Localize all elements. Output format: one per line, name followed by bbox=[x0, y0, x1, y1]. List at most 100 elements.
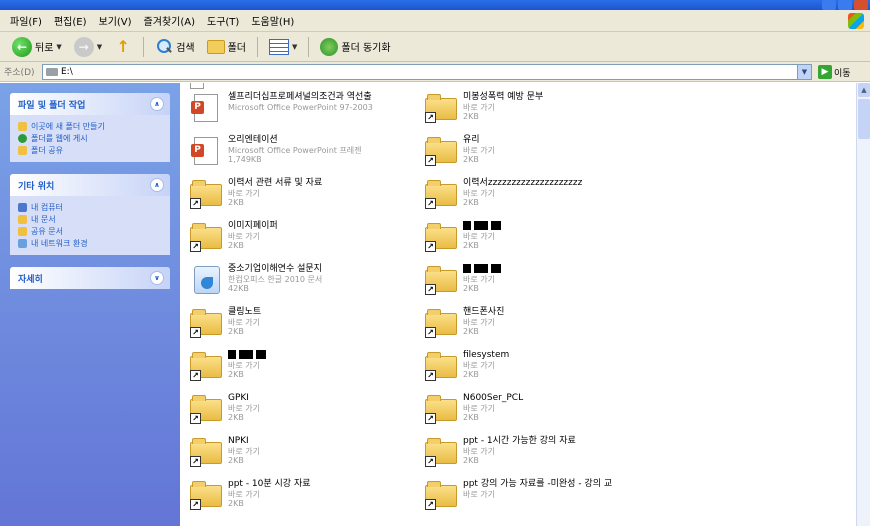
folder-shortcut-icon: ↗ bbox=[425, 178, 457, 210]
menu-help[interactable]: 도움말(H) bbox=[245, 13, 300, 28]
place-shared-documents[interactable]: 공유 문서 bbox=[18, 225, 162, 237]
file-type: 바로 가기 bbox=[463, 189, 495, 198]
file-item[interactable]: ↗ 이력서zzzzzzzzzzzzzzzzzzzz 바로 가기 2KB bbox=[425, 178, 582, 218]
redacted-mark bbox=[463, 264, 471, 273]
file-size: 2KB bbox=[463, 284, 479, 293]
folder-shortcut-icon: ↗ bbox=[425, 479, 457, 511]
go-button[interactable]: ▶ 이동 bbox=[818, 65, 851, 79]
file-name: ppt - 10분 시강 자료 bbox=[228, 479, 311, 489]
file-item[interactable]: 셀프리더십프로페셔널의조건과 역선출Microsoft Office Power… bbox=[190, 92, 373, 132]
shortcut-arrow-icon: ↗ bbox=[425, 413, 436, 424]
place-my-computer[interactable]: 내 컴퓨터 bbox=[18, 201, 162, 213]
file-item[interactable]: ↗ 이미지폐이퍼 바로 가기 2KB bbox=[190, 221, 278, 261]
file-item[interactable]: ↗ 바로 가기 2KB bbox=[425, 221, 504, 261]
file-item[interactable]: ↗ 바로 가기 2KB bbox=[425, 264, 504, 304]
menu-favorites[interactable]: 즐겨찾기(A) bbox=[138, 13, 201, 28]
file-item[interactable]: ↗ ppt 강의 가능 자료를 -미완성 - 강의 교 바로 가기 bbox=[425, 479, 612, 519]
task-publish-web[interactable]: 폴더를 웹에 게시 bbox=[18, 132, 162, 144]
file-type: 바로 가기 bbox=[463, 490, 495, 499]
file-size: 2KB bbox=[228, 198, 244, 207]
forward-button[interactable]: → ▼ bbox=[70, 35, 106, 59]
file-item[interactable]: ↗ GPKI 바로 가기 2KB bbox=[190, 393, 260, 433]
forward-dropdown-icon[interactable]: ▼ bbox=[97, 43, 102, 51]
folder-shortcut-icon: ↗ bbox=[190, 479, 222, 511]
back-button[interactable]: ← 뒤로 ▼ bbox=[8, 35, 66, 59]
back-dropdown-icon[interactable]: ▼ bbox=[56, 43, 61, 51]
redacted-mark bbox=[491, 264, 501, 273]
folder-shortcut-icon: ↗ bbox=[190, 307, 222, 339]
menu-edit[interactable]: 편집(E) bbox=[48, 13, 93, 28]
search-icon bbox=[155, 38, 173, 56]
scroll-thumb[interactable] bbox=[858, 99, 870, 139]
place-my-documents[interactable]: 내 문서 bbox=[18, 213, 162, 225]
file-item[interactable]: ↗ 바로 가기 2KB bbox=[190, 350, 269, 390]
search-button[interactable]: 검색 bbox=[151, 35, 198, 59]
menu-view[interactable]: 보기(V) bbox=[93, 13, 138, 28]
menu-file[interactable]: 파일(F) bbox=[4, 13, 48, 28]
collapse-icon[interactable]: ∧ bbox=[150, 97, 164, 111]
toolbar: ← 뒤로 ▼ → ▼ ↑ 검색 폴더 ▼ 폴더 동기화 bbox=[0, 32, 870, 62]
shortcut-arrow-icon: ↗ bbox=[425, 155, 436, 166]
file-type: 바로 가기 bbox=[463, 275, 495, 284]
close-button[interactable] bbox=[854, 0, 868, 10]
sync-label: 폴더 동기화 bbox=[341, 43, 391, 54]
file-item[interactable]: 중소기업이해연수 설문지 한컴오피스 한글 2010 문서 42KB bbox=[190, 264, 322, 304]
file-type: Microsoft Office PowerPoint 프레젠 bbox=[228, 146, 362, 155]
menu-tools[interactable]: 도구(T) bbox=[201, 13, 245, 28]
file-name: 오리엔테이션 bbox=[228, 135, 278, 145]
file-size: 2KB bbox=[228, 499, 244, 508]
redacted-mark bbox=[463, 221, 471, 230]
up-button[interactable]: ↑ bbox=[110, 35, 136, 59]
file-item[interactable]: ↗ 미봉성폭력 예방 문부 바로 가기 2KB bbox=[425, 92, 543, 132]
shortcut-arrow-icon: ↗ bbox=[190, 456, 201, 467]
file-item[interactable]: ↗ ppt - 1시간 가능한 강의 자료 바로 가기 2KB bbox=[425, 436, 576, 476]
maximize-button[interactable] bbox=[838, 0, 852, 10]
folder-sync-button[interactable]: 폴더 동기화 bbox=[316, 35, 394, 59]
sync-icon bbox=[320, 37, 339, 56]
details-header[interactable]: 자세히 ∨ bbox=[10, 267, 170, 289]
file-item[interactable]: ↗ filesystem 바로 가기 2KB bbox=[425, 350, 509, 390]
vertical-scrollbar[interactable]: ▲ bbox=[856, 83, 870, 526]
share-folder-icon bbox=[18, 145, 27, 155]
scroll-up-icon[interactable]: ▲ bbox=[858, 83, 870, 97]
address-input[interactable]: E:\ ▼ bbox=[42, 64, 812, 80]
redacted-mark bbox=[474, 221, 488, 230]
shortcut-arrow-icon: ↗ bbox=[190, 413, 201, 424]
file-tasks-panel: 파일 및 폴더 작업 ∧ 이곳에 새 폴더 만들기 폴더를 웹에 게시 폴더 공… bbox=[10, 93, 170, 162]
file-size: 2KB bbox=[228, 413, 244, 422]
folders-label: 폴더 bbox=[227, 43, 246, 54]
file-item[interactable]: ↗ NPKI 바로 가기 2KB bbox=[190, 436, 260, 476]
views-button[interactable]: ▼ bbox=[265, 35, 301, 59]
file-name: 클링노트 bbox=[228, 307, 262, 317]
task-new-folder[interactable]: 이곳에 새 폴더 만들기 bbox=[18, 120, 162, 132]
collapse-icon[interactable]: ∧ bbox=[150, 178, 164, 192]
other-places-header[interactable]: 기타 위치 ∧ bbox=[10, 174, 170, 196]
shortcut-arrow-icon: ↗ bbox=[425, 327, 436, 338]
file-item[interactable]: ↗ 클링노트 바로 가기 2KB bbox=[190, 307, 261, 347]
toolbar-separator bbox=[143, 36, 145, 57]
file-item[interactable]: ↗ 핸드폰사진 바로 가기 2KB bbox=[425, 307, 504, 347]
views-icon bbox=[269, 38, 289, 55]
file-tasks-header[interactable]: 파일 및 폴더 작업 ∧ bbox=[10, 93, 170, 115]
file-type: 바로 가기 bbox=[228, 361, 260, 370]
expand-icon[interactable]: ∨ bbox=[150, 271, 164, 285]
address-dropdown-icon[interactable]: ▼ bbox=[797, 65, 811, 79]
shortcut-arrow-icon: ↗ bbox=[190, 241, 201, 252]
file-type: 바로 가기 bbox=[463, 103, 495, 112]
place-network[interactable]: 내 네트워크 환경 bbox=[18, 237, 162, 249]
views-dropdown-icon[interactable]: ▼ bbox=[292, 43, 297, 51]
file-item[interactable]: ↗ 이력서 관련 서류 및 자료 바로 가기 2KB bbox=[190, 178, 322, 218]
file-size: 2KB bbox=[228, 327, 244, 336]
file-type: Microsoft Office PowerPoint 97-2003 bbox=[228, 103, 373, 112]
file-name: ppt - 1시간 가능한 강의 자료 bbox=[463, 436, 576, 446]
file-item[interactable]: 오리엔테이션Microsoft Office PowerPoint 프레젠1,7… bbox=[190, 135, 362, 175]
file-item[interactable]: ↗ N600Ser_PCL 바로 가기 2KB bbox=[425, 393, 523, 433]
minimize-button[interactable] bbox=[822, 0, 836, 10]
computer-icon bbox=[18, 202, 27, 212]
file-type: 바로 가기 bbox=[463, 232, 495, 241]
file-item[interactable]: ↗ 유리 바로 가기 2KB bbox=[425, 135, 495, 175]
folder-shortcut-icon: ↗ bbox=[425, 350, 457, 382]
folders-button[interactable]: 폴더 bbox=[203, 35, 250, 59]
task-share-folder[interactable]: 폴더 공유 bbox=[18, 144, 162, 156]
file-item[interactable]: ↗ ppt - 10분 시강 자료 바로 가기 2KB bbox=[190, 479, 311, 519]
